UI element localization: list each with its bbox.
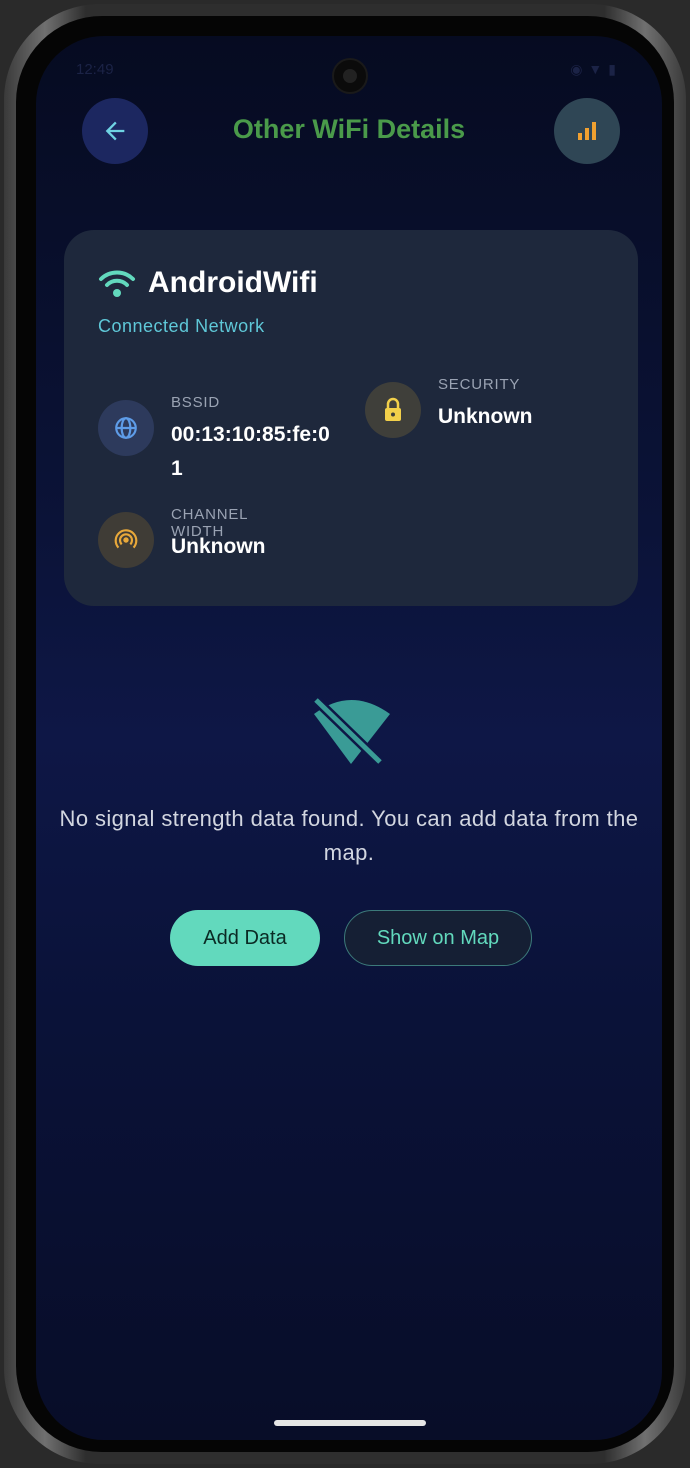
home-indicator[interactable] [274,1420,426,1426]
bssid-icon-circle [98,400,154,456]
phone-bezel: 12:49 ◉▼▮ Other WiFi Details AndroidWifi… [16,16,674,1452]
channel-width-value: Unknown [171,535,266,558]
bssid-value: 00:13:10:85:fe:01 [171,423,330,480]
security-label: SECURITY [438,376,521,393]
status-icons: ◉▼▮ [570,61,622,78]
wifi-icon: ▼ [588,61,609,77]
battery-icon: ▮ [608,61,622,77]
channel-width-icon-circle [98,512,154,568]
empty-state-message: No signal strength data found. You can a… [59,806,639,865]
top-app-bar: Other WiFi Details [36,98,662,166]
network-details-card: AndroidWifi Connected Network BSSID 00:1… [64,230,638,606]
location-icon: ◉ [570,61,589,77]
security-icon-circle [365,382,421,438]
signal-chart-button[interactable] [554,98,620,164]
show-on-map-button[interactable]: Show on Map [344,910,532,966]
phone-frame: 12:49 ◉▼▮ Other WiFi Details AndroidWifi… [4,4,686,1464]
bar-chart-icon [578,122,596,140]
security-value: Unknown [438,405,533,428]
globe-icon [115,417,137,439]
lock-icon [385,397,401,421]
broadcast-icon [114,529,138,549]
wifi-off-icon [312,696,390,766]
app-screen: 12:49 ◉▼▮ Other WiFi Details AndroidWifi… [36,36,662,1440]
bssid-label: BSSID [171,394,221,411]
network-name: AndroidWifi [148,266,318,299]
add-data-button[interactable]: Add Data [170,910,320,966]
wifi-icon [99,270,135,297]
front-camera [332,58,368,94]
network-status: Connected Network [98,316,265,336]
status-time: 12:49 [76,61,114,78]
